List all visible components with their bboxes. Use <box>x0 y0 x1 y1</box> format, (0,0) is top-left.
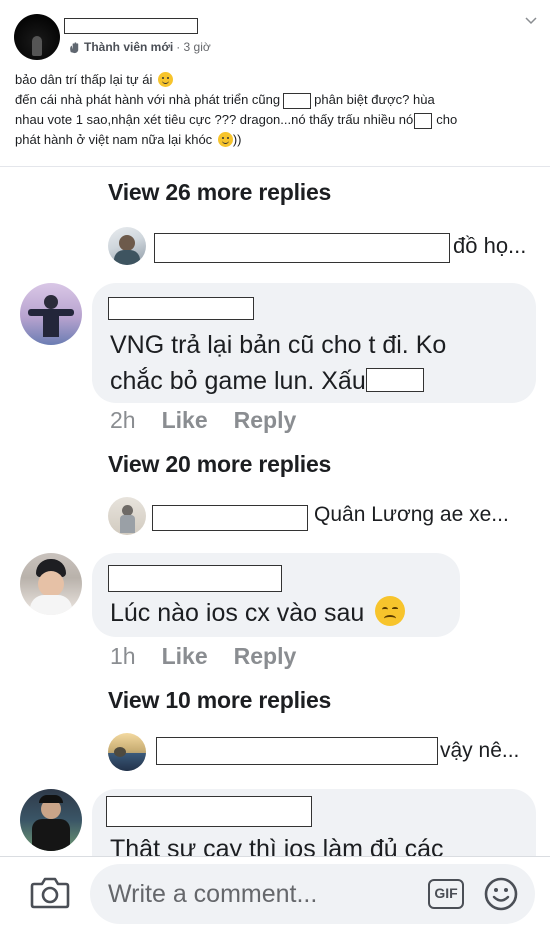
reply-avatar[interactable] <box>108 227 146 265</box>
reply-author-redacted[interactable] <box>152 505 308 531</box>
commenter-avatar[interactable] <box>20 553 82 615</box>
reply-preview[interactable]: Quân Lương ae xe... <box>108 497 538 537</box>
post-line-2b: phân biệt được? hùa <box>314 92 435 107</box>
smiley-emoji-icon <box>157 72 173 87</box>
post-author-name-redacted[interactable] <box>64 18 198 34</box>
reply-button[interactable]: Reply <box>234 643 297 670</box>
comment-bubble[interactable]: VNG trả lại bản cũ cho t đi. Ko chắc bỏ … <box>92 283 536 403</box>
comment-composer: GIF <box>0 856 550 931</box>
smiley-icon[interactable] <box>484 877 518 911</box>
reply-preview-text: vậy nê... <box>440 739 520 762</box>
commenter-name-redacted[interactable] <box>108 297 254 320</box>
camera-icon[interactable] <box>30 874 70 910</box>
comment-actions: 1h Like Reply <box>110 643 296 670</box>
comment-time: 1h <box>110 643 136 669</box>
view-more-replies-link[interactable]: View 20 more replies <box>108 451 331 478</box>
reply-preview-text: đồ họ... <box>453 233 527 258</box>
gif-icon[interactable]: GIF <box>428 879 464 909</box>
comment-bubble[interactable]: Lúc nào ios cx vào sau <box>92 553 460 637</box>
censored-word <box>365 368 424 392</box>
reply-button[interactable]: Reply <box>234 407 297 434</box>
like-button[interactable]: Like <box>162 643 208 670</box>
censored-word <box>414 112 433 129</box>
comment-text-line: Lúc nào ios cx vào sau <box>110 595 406 632</box>
reply-preview-text: Quân Lương ae xe... <box>314 503 509 526</box>
reply-avatar[interactable] <box>108 497 146 535</box>
reply-avatar[interactable] <box>108 733 146 771</box>
post-line-1: bảo dân trí thấp lại tự ái <box>15 72 153 87</box>
view-more-replies-link[interactable]: View 26 more replies <box>108 179 331 206</box>
comment-text-line: VNG trả lại bản cũ cho t đi. Ko <box>110 331 447 359</box>
post-card: Thành viên mới · 3 giờ bảo dân trí thấp … <box>0 0 550 166</box>
comment-time: 2h <box>110 407 136 433</box>
like-button[interactable]: Like <box>162 407 208 434</box>
smiley-emoji-icon <box>217 132 233 147</box>
post-line-2a: đến cái nhà phát hành với nhà phát triển… <box>15 92 281 107</box>
post-author-avatar[interactable] <box>14 14 60 60</box>
comment-thread: View 26 more replies đồ họ... VNG trả lạ… <box>0 166 550 879</box>
chevron-down-icon[interactable] <box>524 14 538 28</box>
comment-input[interactable] <box>90 864 535 924</box>
reply-author-redacted[interactable] <box>154 233 450 263</box>
post-line-4b: )) <box>232 132 242 147</box>
commenter-name-redacted[interactable] <box>108 565 282 592</box>
comment-text: Lúc nào ios cx vào sau <box>110 599 365 627</box>
commenter-avatar[interactable] <box>20 283 82 345</box>
post-line-3b: cho <box>436 112 458 127</box>
reply-author-redacted[interactable] <box>156 737 438 765</box>
post-body: bảo dân trí thấp lại tự ái đến cái nhà p… <box>15 70 545 150</box>
comment-text-line-2: chắc bỏ game lun. Xấu <box>110 367 366 395</box>
sad-emoji-icon <box>375 596 406 626</box>
comment-actions: 2h Like Reply <box>110 407 296 434</box>
post-time: · 3 giờ <box>176 40 211 54</box>
post-meta: Thành viên mới · 3 giờ <box>68 40 211 54</box>
post-line-3a: nhau vote 1 sao,nhận xét tiêu cực ??? dr… <box>15 112 414 127</box>
comment-text-line: chắc bỏ game lun. Xấu <box>110 363 427 400</box>
reply-preview[interactable]: vậy nê... <box>108 733 538 773</box>
commenter-name-redacted[interactable] <box>106 796 312 827</box>
censored-word <box>283 92 312 109</box>
reply-preview[interactable]: đồ họ... <box>108 227 538 267</box>
post-line-4a: phát hành ở việt nam nữa lại khóc <box>15 132 213 147</box>
post-author-role: Thành viên mới <box>84 40 174 54</box>
new-member-hand-icon <box>70 41 79 53</box>
view-more-replies-link[interactable]: View 10 more replies <box>108 687 331 714</box>
commenter-avatar[interactable] <box>20 789 82 851</box>
